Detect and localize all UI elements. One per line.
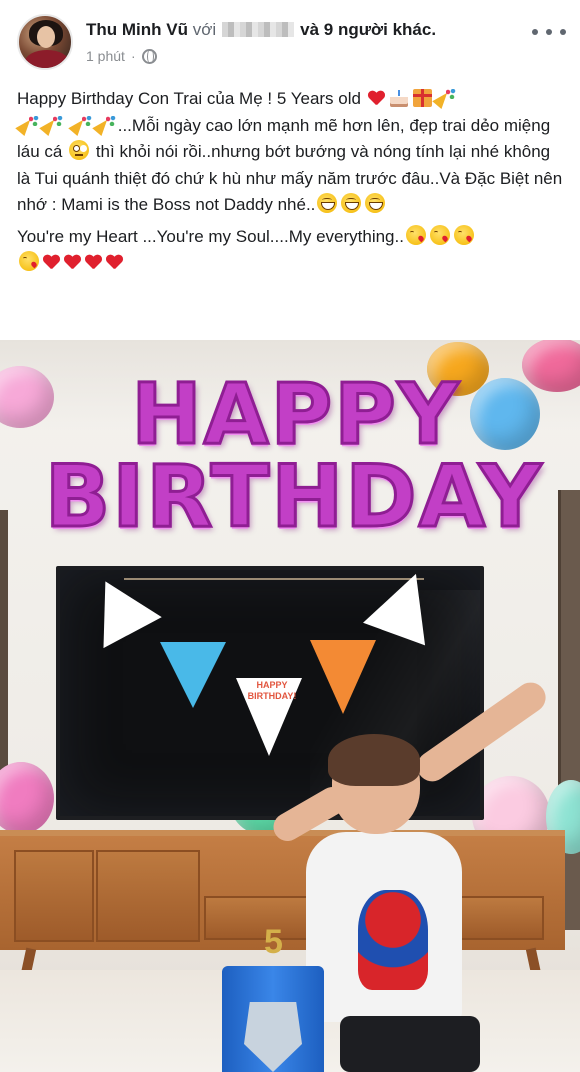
party-popper-icon [43, 115, 63, 134]
dot-icon [546, 29, 552, 35]
stand-door-left [14, 850, 94, 942]
post-meta: 1 phút · [86, 48, 157, 64]
caption-paragraph-2: You're my Heart ...You're my Soul....My … [17, 224, 565, 277]
more-options-button[interactable] [532, 22, 566, 42]
spiderman-print [358, 890, 428, 990]
dot-icon [532, 29, 538, 35]
bunting-flag-rainbow-left [160, 642, 226, 708]
kiss-face-icon [405, 224, 426, 245]
party-popper-icon [19, 115, 39, 134]
author-avatar[interactable] [17, 14, 73, 70]
party-popper-icon [72, 115, 92, 134]
birthday-cake: 5 [206, 922, 340, 1072]
post-header: Thu Minh Vũ với và 9 người khác. 1 phút · [0, 0, 580, 80]
grinning-face-icon [317, 193, 338, 213]
red-heart-icon [368, 91, 385, 107]
stand-door-mid [96, 850, 200, 942]
red-heart-icon [43, 255, 60, 271]
post-photo[interactable]: HAPPY BIRTHDAY HAPPY BIRTHDAY! 5 [0, 340, 580, 1072]
with-text: với [192, 20, 217, 39]
author-line: Thu Minh Vũ với và 9 người khác. [86, 20, 436, 40]
redacted-tag [222, 22, 295, 37]
kiss-face-icon [19, 251, 39, 271]
kiss-face-icon [429, 224, 450, 245]
party-popper-icon [96, 115, 116, 134]
red-heart-icon [106, 255, 123, 271]
post-timestamp[interactable]: 1 phút [86, 48, 125, 64]
red-heart-icon [85, 255, 102, 271]
author-name[interactable]: Thu Minh Vũ [86, 20, 188, 39]
number-candle: 5 [264, 923, 283, 961]
meta-separator: · [130, 48, 136, 64]
dot-icon [560, 29, 566, 35]
globe-icon[interactable] [141, 48, 157, 64]
grinning-face-icon [365, 193, 386, 213]
caption-line-2-cont: thì khỏi nói rồi..nhưng bớt bướng và nón… [17, 142, 563, 214]
caption-line-1: Happy Birthday Con Trai của Mẹ ! 5 Years… [17, 89, 361, 108]
caption-paragraph-1: Happy Birthday Con Trai của Mẹ ! 5 Years… [17, 86, 565, 219]
face-with-rolling-eyes-icon [69, 140, 90, 160]
grinning-face-icon [341, 193, 362, 213]
balloon-pink-lower [0, 762, 54, 834]
post-caption: Happy Birthday Con Trai của Mẹ ! 5 Years… [17, 86, 565, 282]
caption-line-3: You're my Heart ...You're my Soul....My … [17, 226, 404, 246]
party-popper-icon [436, 89, 456, 107]
kiss-face-icon [453, 224, 474, 245]
bunting-flag-text: HAPPY BIRTHDAY! [247, 680, 297, 701]
bunting-flag-rainbow-right [310, 640, 376, 714]
wrapped-gift-icon [412, 89, 432, 107]
tagged-others-link[interactable]: và 9 người khác. [300, 20, 436, 39]
red-heart-icon [64, 255, 81, 271]
birthday-cake-icon [389, 89, 409, 107]
banner-birthday: BIRTHDAY [43, 446, 544, 549]
